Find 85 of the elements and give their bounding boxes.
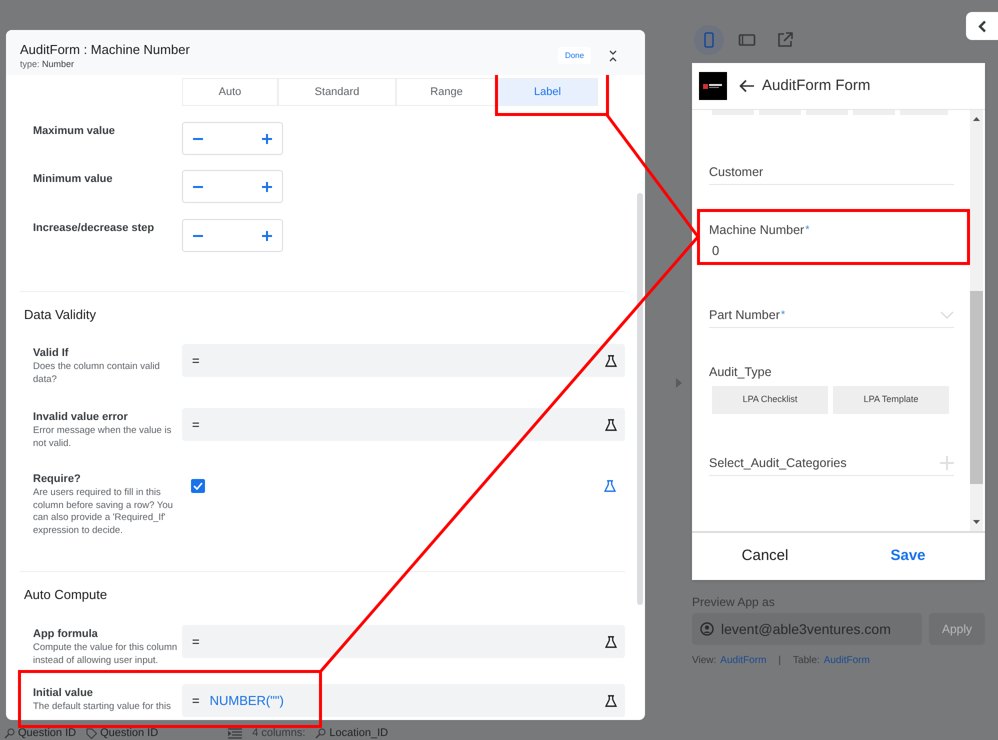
link-label: View: — [692, 654, 716, 668]
column-text: Question ID — [100, 727, 158, 740]
formula-text: NUMBER("") — [210, 692, 284, 710]
external-link-icon — [776, 31, 794, 49]
phone-view-button[interactable] — [694, 25, 724, 55]
field-value: 0 — [712, 242, 720, 258]
scrollbar-thumb[interactable] — [970, 291, 983, 484]
separator-text: | — [778, 654, 782, 668]
help-text: Are users required to fill in this column before saving a row? You can also provide a 'Required_If' expression to decide. — [33, 487, 174, 537]
chevron-left-icon — [978, 20, 986, 32]
list-icon — [228, 728, 242, 740]
field-label: Minimum value — [33, 172, 114, 186]
email-text: levent@able3ventures.com — [721, 620, 891, 638]
collapse-icon[interactable] — [609, 50, 617, 62]
flask-icon — [605, 418, 617, 430]
column-text: Question ID — [18, 727, 76, 740]
field-label: App formula — [33, 627, 99, 641]
required-mark: * — [780, 308, 786, 322]
equals-sign: = — [192, 416, 200, 434]
formula-field[interactable]: = — [182, 344, 625, 377]
choice-button[interactable]: LPA Template — [833, 386, 949, 414]
column-text: Location_ID — [329, 727, 388, 740]
field-label: Part Number — [709, 306, 780, 323]
help-text: Does the column contain valid data? — [33, 361, 161, 386]
column-type-label: type: — [20, 59, 41, 69]
field-label: Machine Number — [709, 222, 804, 238]
formula-field[interactable]: = — [182, 408, 625, 441]
flask-icon — [605, 354, 617, 366]
flask-icon — [605, 636, 617, 648]
section-title: Auto Compute — [24, 587, 108, 603]
formula-field[interactable]: = NUMBER("") — [182, 684, 625, 717]
preview-as-label: Preview App as — [692, 594, 776, 611]
scrollbar-thumb[interactable] — [637, 193, 643, 605]
flask-icon — [605, 694, 617, 706]
dialog-title: AuditForm : Machine Number — [20, 42, 190, 58]
user-icon — [700, 622, 714, 636]
check-icon — [193, 482, 203, 490]
checkbox[interactable] — [191, 479, 205, 493]
tablet-icon — [738, 31, 756, 49]
field-label: Select_Audit_Categories — [709, 455, 847, 471]
help-text: The default starting value for this — [33, 701, 172, 714]
scroll-up-icon[interactable] — [973, 117, 980, 121]
help-text: Compute the value for this column instead of allowing user input. — [33, 642, 178, 667]
choice-button[interactable]: LPA Checklist — [712, 386, 828, 414]
column-type-value: Number — [42, 59, 74, 69]
done-button[interactable]: Done — [558, 47, 591, 64]
column-text: 4 columns: — [252, 727, 306, 740]
field-label: Maximum value — [33, 124, 116, 138]
field-label: Increase/decrease step — [33, 221, 156, 235]
number-stepper[interactable] — [182, 170, 283, 203]
field-label: Customer — [709, 164, 764, 180]
equals-sign: = — [192, 352, 200, 370]
form-title: AuditForm Form — [762, 76, 870, 96]
number-stepper[interactable] — [182, 122, 283, 155]
required-mark: * — [805, 223, 810, 238]
field-label: Invalid value error — [33, 410, 129, 424]
number-stepper[interactable] — [182, 219, 283, 252]
flask-icon[interactable] — [604, 480, 616, 492]
save-button[interactable]: Save — [843, 545, 973, 568]
expand-arrow-icon[interactable] — [676, 378, 682, 388]
plus-icon — [262, 134, 272, 144]
logo-icon — [699, 72, 727, 100]
scroll-down-icon[interactable] — [973, 520, 980, 524]
back-arrow-icon[interactable] — [739, 79, 755, 93]
cancel-button[interactable]: Cancel — [692, 545, 838, 568]
equals-sign: = — [192, 632, 200, 651]
collapse-panel-button[interactable] — [966, 12, 998, 40]
plus-icon — [262, 182, 272, 192]
plus-icon — [940, 456, 954, 470]
formula-field[interactable]: = — [182, 625, 625, 658]
field-label: Initial value — [33, 686, 94, 700]
plus-icon — [262, 230, 272, 240]
field-label: Valid If — [33, 346, 70, 360]
display-mode-tab[interactable]: Label — [497, 78, 598, 106]
link-label: Table: — [793, 654, 820, 668]
display-mode-tab[interactable]: Auto — [182, 78, 278, 106]
display-mode-tab[interactable]: Standard — [278, 78, 396, 106]
section-title: Data Validity — [24, 307, 98, 323]
equals-sign: = — [192, 692, 200, 710]
help-text: Error message when the value is not valid. — [33, 425, 172, 450]
chevron-down-icon — [940, 310, 954, 319]
field-label: Require? — [33, 472, 82, 486]
display-mode-tab[interactable]: Range — [396, 78, 497, 106]
field-label: Audit_Type — [709, 364, 772, 380]
tag-icon — [86, 728, 98, 739]
